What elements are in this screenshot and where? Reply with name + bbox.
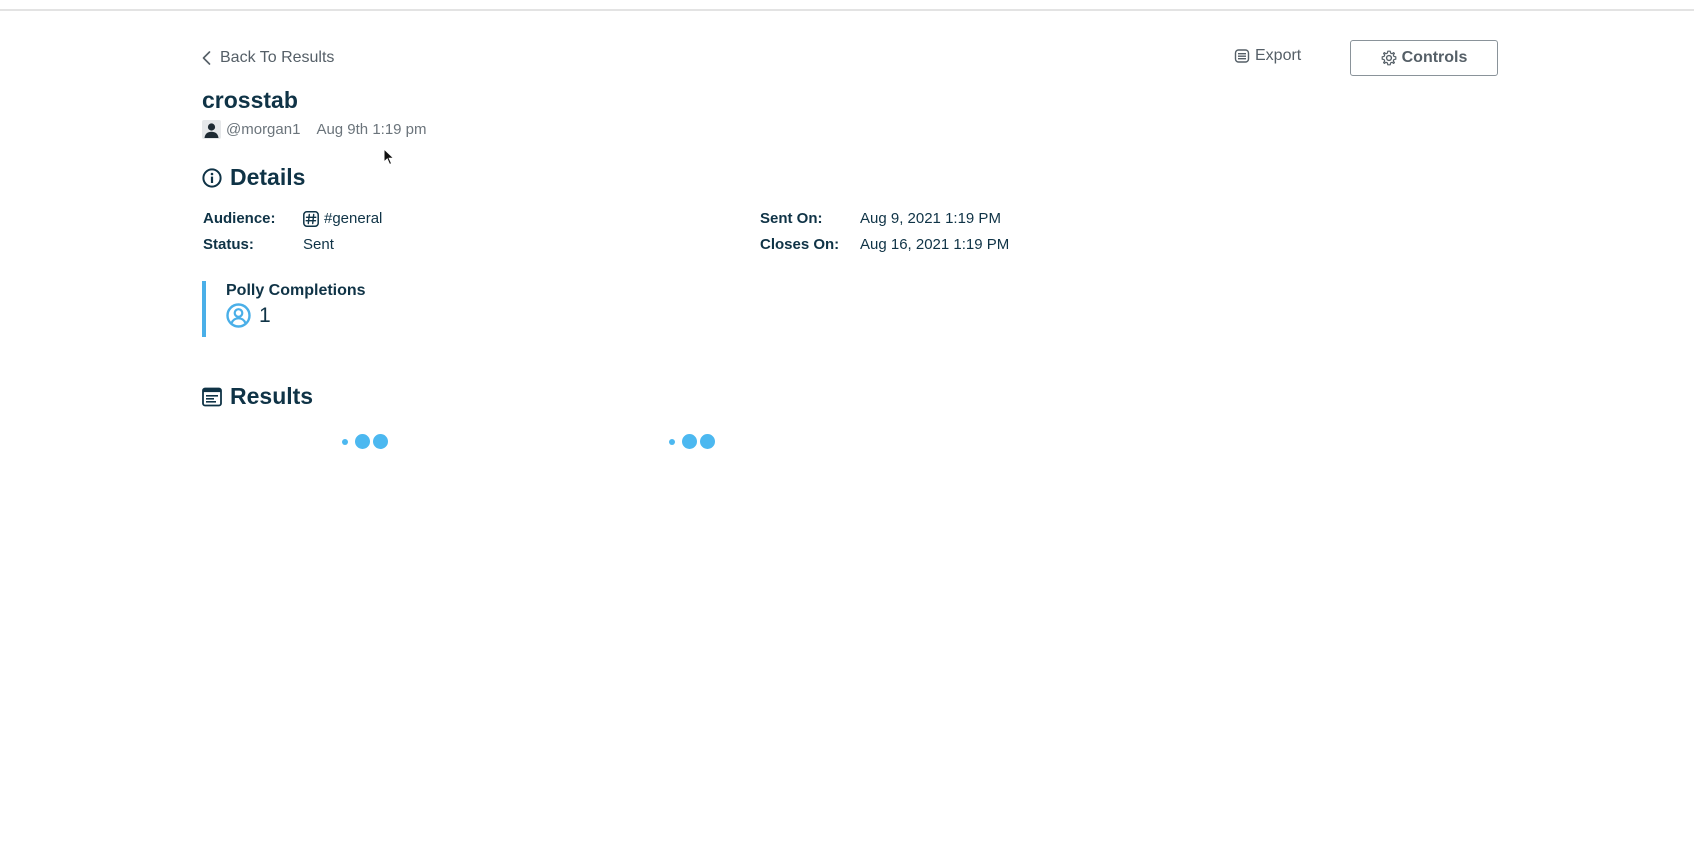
chevron-left-icon [202, 51, 211, 65]
loading-dot [682, 434, 697, 449]
page-title: crosstab [202, 87, 298, 113]
audience-label: Audience: [203, 210, 276, 227]
loading-dot [355, 434, 370, 449]
sent-on-value: Aug 9, 2021 1:19 PM [860, 210, 1001, 227]
loading-dot [342, 438, 348, 445]
loading-indicator [342, 434, 391, 449]
closes-on-value: Aug 16, 2021 1:19 PM [860, 236, 1010, 253]
poll-created-date: Aug 9th 1:19 pm [316, 121, 427, 138]
gear-icon [1381, 50, 1397, 66]
loading-dot [700, 434, 715, 449]
user-circle-icon [226, 303, 251, 328]
audience-value[interactable]: #general [303, 210, 382, 227]
results-panel-icon [202, 387, 222, 406]
sent-on-label: Sent On: [760, 210, 823, 227]
poll-meta: @morgan1 Aug 9th 1:19 pm [202, 120, 427, 139]
hashtag-channel-icon [303, 210, 319, 227]
status-value: Sent [303, 236, 334, 253]
info-circle-icon [202, 167, 222, 188]
audience-channel: #general [324, 210, 383, 227]
details-heading: Details [202, 164, 305, 191]
loading-dot [373, 434, 388, 449]
completions-count-row: 1 [226, 303, 366, 328]
results-heading-label: Results [230, 383, 314, 409]
user-icon [202, 120, 221, 139]
loading-indicator [669, 434, 718, 449]
back-link-label: Back To Results [220, 49, 335, 66]
top-divider [0, 9, 1694, 11]
poll-author[interactable]: @morgan1 [226, 121, 300, 138]
details-heading-label: Details [230, 164, 306, 190]
completions-label: Polly Completions [226, 282, 366, 299]
completions-count: 1 [259, 303, 271, 327]
mouse-cursor-icon [383, 148, 395, 166]
export-label: Export [1255, 47, 1302, 64]
export-button[interactable]: Export [1234, 47, 1301, 65]
loading-dot [669, 438, 675, 445]
export-icon [1234, 49, 1250, 63]
completions-card: Polly Completions 1 [202, 281, 366, 337]
back-to-results-link[interactable]: Back To Results [202, 49, 334, 67]
status-label: Status: [203, 236, 254, 253]
results-heading: Results [202, 383, 313, 410]
controls-button[interactable]: Controls [1350, 40, 1498, 76]
closes-on-label: Closes On: [760, 236, 840, 253]
controls-label: Controls [1401, 49, 1468, 66]
